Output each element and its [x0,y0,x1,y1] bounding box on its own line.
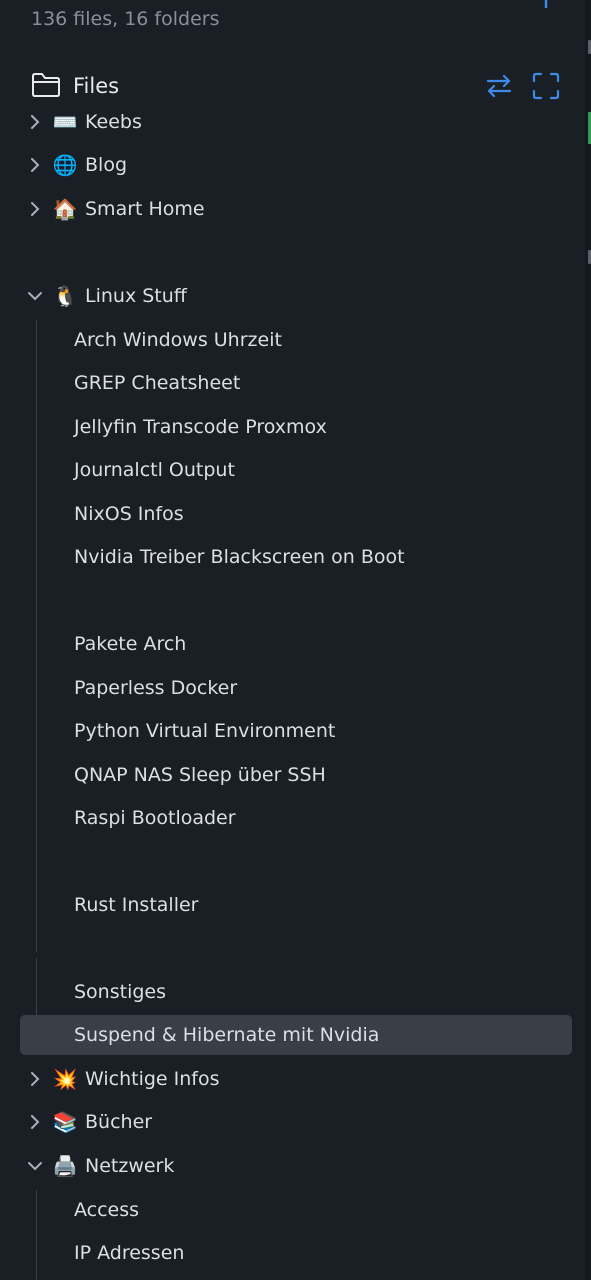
file-label: GREP Cheatsheet [74,372,241,394]
books-icon: 📚 [52,1110,78,1134]
folder-label: Linux Stuff [85,285,187,307]
file-label: Sonstiges [74,981,167,1003]
file-label: Rust Installer [74,894,199,916]
file-label: Python Virtual Environment [74,720,336,742]
plus-icon[interactable] [536,0,556,8]
file-item[interactable]: GREP Cheatsheet [20,363,572,403]
files-title: Files [73,74,120,98]
chevron-right-icon [31,115,40,129]
folder-wichtige-infos[interactable]: 💥 Wichtige Infos [20,1059,572,1099]
file-tree: ⌨️ Keebs 🌐 Blog 🏠 Smart Home 🐧 Linux Stu… [0,100,585,1280]
folder-label: Smart Home [85,198,205,220]
file-label: Arch Windows Uhrzeit [74,329,282,351]
folder-label: Bücher [85,1111,153,1133]
file-item[interactable]: Arch Windows Uhrzeit [20,320,572,360]
file-item-selected[interactable]: Suspend & Hibernate mit Nvidia [20,1015,572,1055]
editor-edge [585,0,591,1280]
file-label: Pakete Arch [74,633,187,655]
file-item[interactable]: Rust Installer [20,885,572,925]
files-header: Files [31,70,571,104]
penguin-icon: 🐧 [52,284,78,308]
file-item[interactable]: Python Virtual Environment [20,711,572,751]
file-label: QNAP NAS Sleep über SSH [74,764,326,786]
file-label: Access [74,1199,140,1221]
folder-label: Blog [85,154,127,176]
globe-icon: 🌐 [52,153,78,177]
chevron-right-icon [31,1072,40,1086]
file-item[interactable]: Pakete Arch [20,624,572,664]
printer-icon: 🖨️ [52,1154,78,1178]
file-label: Paperless Docker [74,677,238,699]
fullscreen-icon[interactable] [532,72,560,100]
file-item[interactable]: NixOS Infos [20,494,572,534]
collision-icon: 💥 [52,1067,78,1091]
file-label: Raspi Bootloader [74,807,236,829]
file-explorer-pane: 136 files, 16 folders Files ⌨️ Keebs 🌐 B… [0,0,591,1280]
folder-smart-home[interactable]: 🏠 Smart Home [20,189,572,229]
file-label: IP Adressen [74,1242,185,1264]
file-label: Nvidia Treiber Blackscreen on Boot [74,546,405,568]
file-item[interactable]: QNAP NAS Sleep über SSH [20,755,572,795]
file-item[interactable]: Jellyfin Transcode Proxmox [20,407,572,447]
file-label: NixOS Infos [74,503,184,525]
folder-linux-stuff[interactable]: 🐧 Linux Stuff [20,276,572,316]
folder-icon [32,73,60,97]
file-item[interactable]: Nvidia Treiber Blackscreen on Boot [20,537,572,577]
folder-buecher[interactable]: 📚 Bücher [20,1102,572,1142]
file-item[interactable]: Raspi Bootloader [20,798,572,838]
chevron-down-icon [28,292,42,301]
file-label: Journalctl Output [74,459,235,481]
swap-arrows-icon[interactable] [485,72,513,100]
file-label: Jellyfin Transcode Proxmox [74,416,327,438]
folder-netzwerk[interactable]: 🖨️ Netzwerk [20,1146,572,1186]
folder-blog[interactable]: 🌐 Blog [20,145,572,185]
file-item[interactable]: Paperless Docker [20,668,572,708]
chevron-right-icon [31,158,40,172]
file-item[interactable]: Journalctl Output [20,450,572,490]
file-count-summary: 136 files, 16 folders [31,8,220,30]
folder-label: Netzwerk [85,1155,175,1177]
file-item[interactable]: Sonstiges [20,972,572,1012]
file-item[interactable]: IP Adressen [20,1233,572,1273]
house-icon: 🏠 [52,197,78,221]
file-item[interactable]: Access [20,1190,572,1230]
chevron-down-icon [28,1162,42,1171]
file-label: Suspend & Hibernate mit Nvidia [74,1024,380,1046]
folder-label: Wichtige Infos [85,1068,220,1090]
chevron-right-icon [31,202,40,216]
chevron-right-icon [31,1115,40,1129]
